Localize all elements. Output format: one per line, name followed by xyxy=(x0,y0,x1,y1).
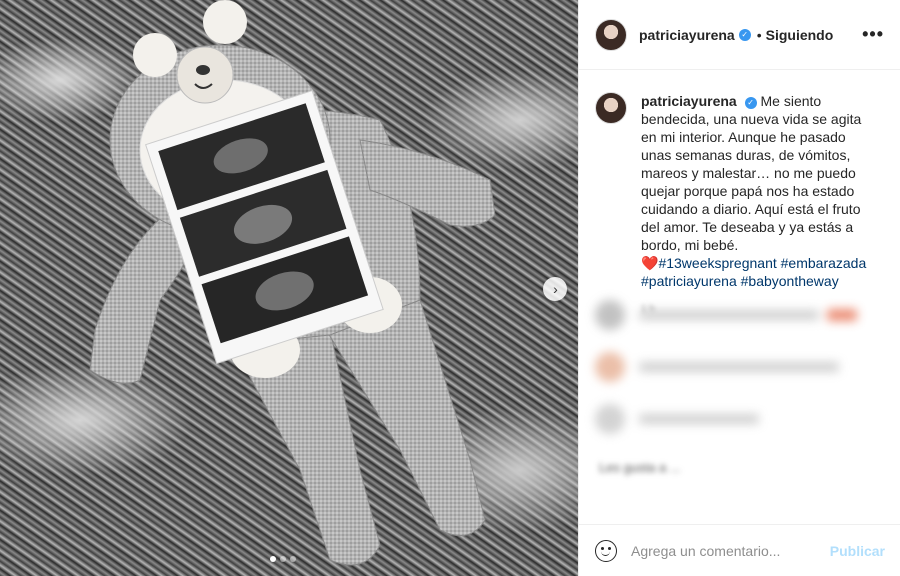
carousel-dot xyxy=(280,556,286,562)
caption: patriciayurena ✓ Me siento bendecida, un… xyxy=(579,70,900,290)
carousel-dot xyxy=(270,556,276,562)
avatar[interactable] xyxy=(595,18,627,51)
hashtag-link[interactable]: #patriciayurena xyxy=(641,273,737,289)
post-header: patriciayurena ✓ • Siguiendo ••• xyxy=(579,0,900,70)
blurred-comment-row xyxy=(595,404,895,434)
blurred-comment-row xyxy=(595,300,895,330)
verified-badge-icon: ✓ xyxy=(738,28,751,41)
blurred-comment-row xyxy=(595,352,895,382)
heart-emoji-icon: ❤️ xyxy=(641,255,659,271)
carousel-dot xyxy=(290,556,296,562)
carousel-next-button[interactable]: › xyxy=(543,277,567,301)
baby-snowsuit-illustration xyxy=(89,0,496,566)
hashtag-link[interactable]: #embarazada xyxy=(781,255,867,271)
caption-username-link[interactable]: patriciayurena xyxy=(641,93,737,109)
post-photo[interactable]: › xyxy=(0,0,578,576)
post-details-panel: patriciayurena ✓ • Siguiendo ••• patrici… xyxy=(578,0,900,576)
add-comment-bar: Publicar xyxy=(579,524,900,576)
avatar[interactable] xyxy=(595,92,627,124)
blurred-comments xyxy=(595,300,895,456)
carousel-dots xyxy=(270,556,296,562)
likes-count[interactable]: Les gusta a ... xyxy=(599,460,681,475)
caption-body: Me siento bendecida, una nueva vida se a… xyxy=(641,93,862,253)
separator-dot: • xyxy=(756,26,762,43)
username-link[interactable]: patriciayurena xyxy=(639,27,735,43)
caption-text: patriciayurena ✓ Me siento bendecida, un… xyxy=(641,92,873,290)
comment-input[interactable] xyxy=(631,542,830,559)
hashtag-link[interactable]: #13weekspregnant xyxy=(658,255,776,271)
chevron-right-icon: › xyxy=(553,281,558,297)
verified-badge-icon: ✓ xyxy=(744,97,757,109)
more-options-icon[interactable]: ••• xyxy=(862,24,884,45)
publish-button[interactable]: Publicar xyxy=(830,543,885,559)
emoji-icon[interactable] xyxy=(595,539,617,562)
hashtag-link[interactable]: #babyontheway xyxy=(741,273,839,289)
following-button[interactable]: Siguiendo xyxy=(766,27,834,43)
